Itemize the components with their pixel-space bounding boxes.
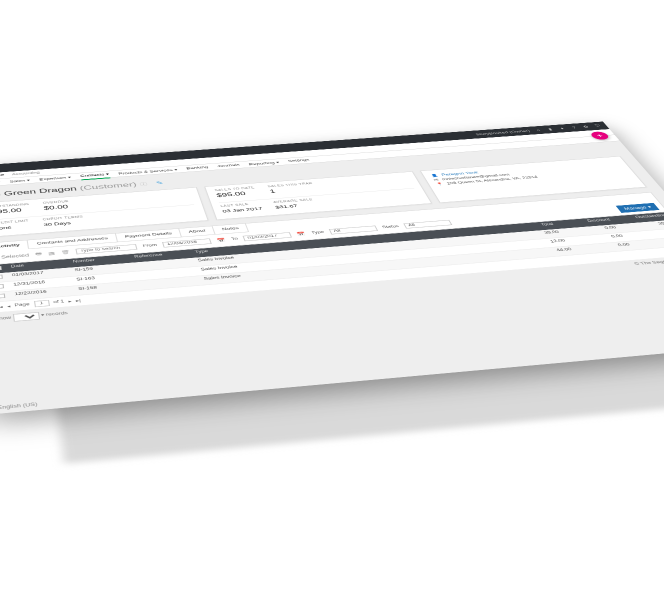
calendar-icon[interactable]: 📅	[296, 232, 306, 237]
selected-count: 3 Selected	[0, 253, 29, 260]
search-input[interactable]	[76, 244, 138, 254]
notification-icon[interactable]: ♦	[557, 126, 567, 130]
label-show: Show	[0, 316, 11, 321]
mail-icon: ✉	[433, 178, 440, 182]
trash-icon[interactable]: 🗑	[61, 250, 71, 255]
csv-icon[interactable]: ▦	[48, 251, 56, 256]
manage-button[interactable]: Manage ▾	[616, 203, 659, 213]
contact-type: (Customer)	[79, 181, 137, 192]
page-size-select[interactable]: 10	[13, 312, 40, 322]
info-icon[interactable]: ⓘ	[139, 182, 148, 187]
print-icon[interactable]: 🖶	[35, 251, 43, 258]
value-overdue: $0.00	[43, 204, 70, 211]
pager-last[interactable]: ▸|	[75, 298, 81, 303]
pager-prev[interactable]: ◂	[7, 304, 11, 309]
row-checkbox[interactable]	[0, 294, 5, 299]
pager-of: of 1	[53, 300, 64, 305]
chat-icon[interactable]: ▮	[545, 127, 555, 131]
value-outstanding: $95.00	[0, 207, 31, 215]
brand-product: One	[0, 173, 5, 177]
label-to: To	[231, 237, 239, 241]
pin-icon: 📍	[436, 182, 445, 186]
pager-first[interactable]: |◂	[0, 305, 3, 310]
row-checkbox[interactable]	[0, 284, 4, 289]
label-records: ▾ records	[41, 312, 68, 318]
gear-icon[interactable]: ✿	[581, 125, 591, 129]
date-from[interactable]	[162, 238, 212, 247]
pager-next[interactable]: ▸	[68, 299, 72, 304]
person-icon: 👤	[430, 174, 439, 178]
label-type: Type	[311, 231, 325, 235]
status-select[interactable]: All	[403, 220, 452, 229]
locale[interactable]: English (US)	[0, 403, 38, 411]
pager-page-input[interactable]	[34, 300, 50, 307]
calendar-icon[interactable]: 📅	[216, 238, 226, 243]
label-status: Status	[382, 225, 400, 229]
brand-sublabel: Accounting	[12, 171, 40, 176]
row-checkbox[interactable]	[0, 275, 3, 280]
home-icon[interactable]: ⌂	[533, 128, 543, 132]
edit-icon[interactable]: ✎	[155, 180, 164, 185]
select-all-checkbox[interactable]	[0, 266, 2, 271]
logout-icon[interactable]: ⎋	[593, 124, 603, 128]
label-from: From	[143, 244, 158, 248]
date-to[interactable]	[243, 232, 293, 241]
value-creditlimit: None	[0, 224, 30, 231]
help-icon[interactable]: ?	[569, 126, 579, 130]
pager-label: Page	[14, 303, 30, 308]
type-select[interactable]: All	[329, 226, 378, 235]
